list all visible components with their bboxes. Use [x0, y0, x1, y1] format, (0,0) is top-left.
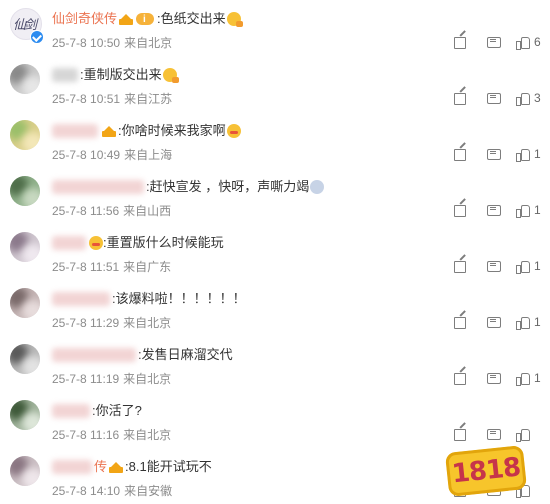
comment-date: 25-7-8 11:51: [52, 260, 120, 274]
reply-icon[interactable]: [487, 92, 501, 105]
avatar[interactable]: [10, 288, 40, 318]
comment-item: :赶快宣发 ，快呀，声嘶力竭 25-7-8 11:56 来自山西 1: [0, 168, 550, 224]
username-link[interactable]: [52, 460, 92, 474]
comment-date: 25-7-8 11:16: [52, 428, 120, 442]
reply-icon[interactable]: [487, 148, 501, 161]
reply-icon[interactable]: [487, 372, 501, 385]
comment-text: :你啥时候来我家啊: [118, 123, 226, 138]
username-link[interactable]: [52, 348, 136, 362]
username-link[interactable]: 仙剑奇侠传: [52, 11, 117, 27]
emoji-icon: [162, 68, 179, 83]
reply-icon[interactable]: [487, 204, 501, 217]
avatar[interactable]: [10, 232, 40, 262]
comment-text: :重制版交出来: [80, 67, 162, 82]
comment-location: 来自广东: [123, 260, 172, 274]
like-icon[interactable]: [516, 36, 530, 50]
comment-item: :你啥时候来我家啊 25-7-8 10:49 来自上海 1: [0, 112, 550, 168]
comment-item: :你活了? 25-7-8 11:16 来自北京: [0, 392, 550, 448]
username-link[interactable]: [52, 236, 86, 250]
site-watermark-logo: 1818: [444, 445, 528, 497]
comment-text: :8.1能开试玩不: [125, 459, 212, 474]
avatar[interactable]: [10, 400, 40, 430]
like-count: 1: [534, 371, 541, 385]
comment-item: :发售日麻溜交代 25-7-8 11:19 来自北京 1: [0, 336, 550, 392]
like-count: 1: [534, 315, 541, 329]
avatar[interactable]: [10, 456, 40, 486]
comment-location: 来自江苏: [124, 92, 173, 106]
like-icon[interactable]: [516, 316, 530, 330]
like-icon[interactable]: [516, 204, 530, 218]
share-icon[interactable]: [454, 36, 467, 49]
crown-icon: [109, 461, 124, 473]
comment-location: 来自上海: [124, 148, 173, 162]
comment-date: 25-7-8 14:10: [52, 484, 121, 498]
vip-badge-icon: [136, 12, 155, 28]
comment-text: :赶快宣发 ，快呀，声嘶力竭: [146, 179, 310, 194]
comment-text: :你活了?: [92, 403, 142, 418]
like-count: 1: [534, 147, 541, 161]
username-link[interactable]: [52, 180, 144, 194]
comment-item: :该爆料啦！！！！！！ 25-7-8 11:29 来自北京 1: [0, 280, 550, 336]
comment-item: 仙剑 仙剑奇侠传 :色纸交出来 25-7-8 10:50来自北京 6: [0, 0, 550, 56]
comment-text: :发售日麻溜交代: [138, 347, 233, 362]
comment-location: 来自北京: [124, 36, 173, 50]
comment-date: 25-7-8 10:49: [52, 148, 121, 162]
comment-date: 25-7-8 11:19: [52, 372, 120, 386]
comment-date: 25-7-8 10:51: [52, 92, 121, 106]
comment-item: :重制版交出来 25-7-8 10:51 来自江苏 3: [0, 56, 550, 112]
emoji-icon: [226, 124, 241, 138]
verified-icon: [30, 30, 44, 44]
comment-location: 来自安徽: [124, 484, 173, 498]
like-icon[interactable]: [516, 372, 530, 386]
username-link[interactable]: [52, 124, 98, 138]
share-icon[interactable]: [454, 148, 467, 161]
like-icon[interactable]: [516, 428, 530, 442]
emoji-icon: [310, 180, 325, 194]
comment-text: :色纸交出来: [157, 11, 226, 26]
reply-icon[interactable]: [487, 316, 501, 329]
reply-icon[interactable]: [487, 36, 501, 49]
comment-location: 来自山西: [123, 204, 172, 218]
username-link[interactable]: [52, 68, 78, 82]
avatar[interactable]: [10, 176, 40, 206]
share-icon[interactable]: [454, 260, 467, 273]
like-icon[interactable]: [516, 148, 530, 162]
reply-icon[interactable]: [487, 260, 501, 273]
comment-location: 来自北京: [123, 316, 172, 330]
avatar[interactable]: [10, 344, 40, 374]
like-count: 6: [534, 35, 541, 49]
share-icon[interactable]: [454, 428, 467, 441]
comment-location: 来自北京: [123, 372, 172, 386]
comment-text: :重置版什么时候能玩: [103, 235, 224, 250]
like-count: 1: [534, 259, 541, 273]
crown-icon: [102, 125, 116, 137]
avatar-logo-text: 仙剑: [13, 18, 37, 33]
username-link[interactable]: [52, 292, 110, 306]
comment-location: 来自北京: [123, 428, 172, 442]
comment-item: :重置版什么时候能玩 25-7-8 11:51 来自广东 1: [0, 224, 550, 280]
comment-date: 25-7-8 10:50: [52, 36, 121, 50]
share-icon[interactable]: [454, 92, 467, 105]
like-icon[interactable]: [516, 92, 530, 106]
like-count: 1: [534, 203, 541, 217]
comment-text: :该爆料啦！！！！！！: [112, 291, 246, 306]
username-visible[interactable]: 传: [94, 459, 107, 475]
comment-date: 25-7-8 11:56: [52, 204, 120, 218]
like-count: 3: [534, 91, 541, 105]
share-icon[interactable]: [454, 204, 467, 217]
comment-date: 25-7-8 11:29: [52, 316, 120, 330]
reply-icon[interactable]: [487, 428, 501, 441]
share-icon[interactable]: [454, 372, 467, 385]
avatar[interactable]: [10, 64, 40, 94]
share-icon[interactable]: [454, 316, 467, 329]
crown-icon: [119, 13, 134, 25]
emoji-icon: [89, 236, 103, 250]
username-link[interactable]: [52, 404, 90, 418]
avatar[interactable]: [10, 120, 40, 150]
emoji-icon: [226, 12, 243, 27]
like-icon[interactable]: [516, 260, 530, 274]
